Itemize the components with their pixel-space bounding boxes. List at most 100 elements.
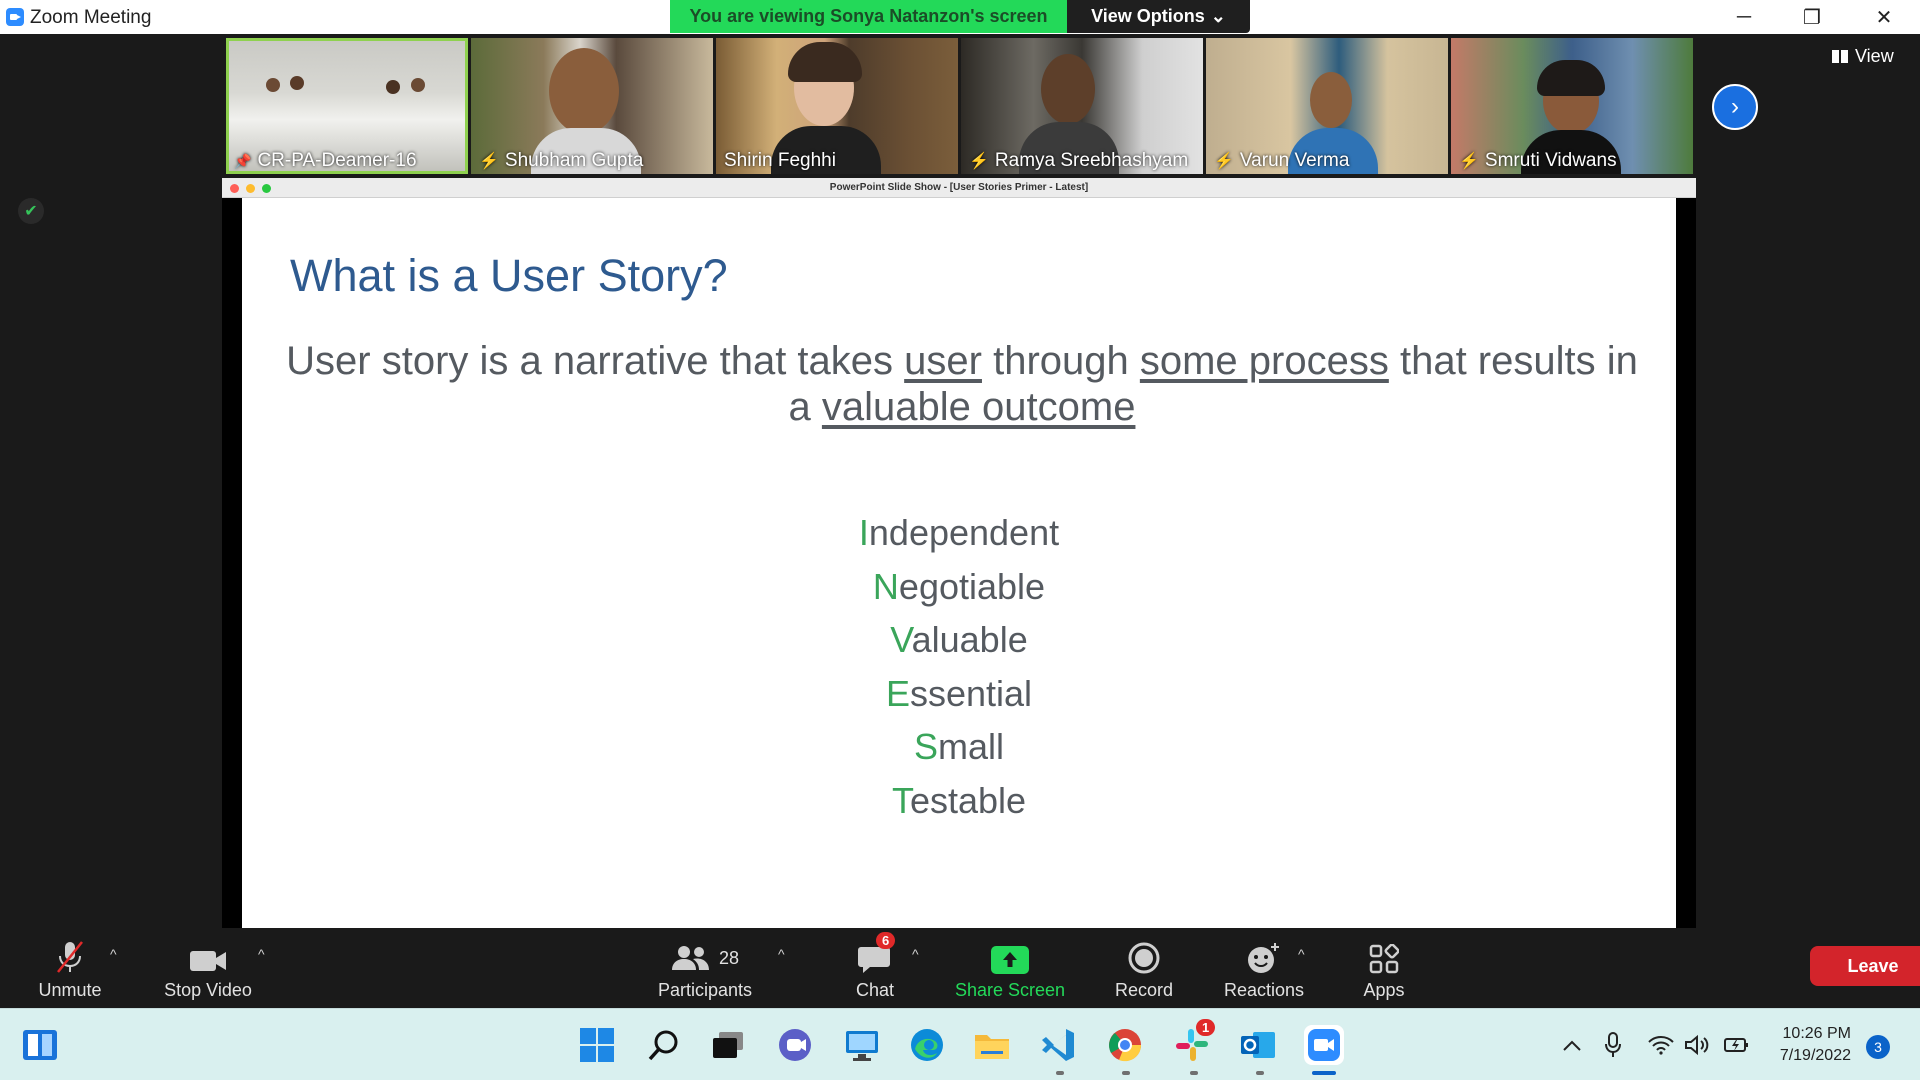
- zoom-window: Zoom Meeting You are viewing Sonya Natan…: [0, 0, 1920, 1080]
- video-tile[interactable]: ⚡ Varun Verma: [1206, 38, 1448, 174]
- participant-name-label: 📌 CR-PA-Deamer-16: [234, 150, 417, 172]
- body-text: through: [981, 339, 1140, 383]
- chevron-down-icon: ⌄: [1210, 6, 1226, 26]
- muted-mic-icon: ⚡: [969, 153, 989, 170]
- record-icon: [1128, 928, 1160, 974]
- powerpoint-window-bar: PowerPoint Slide Show - [User Stories Pr…: [222, 178, 1696, 198]
- body-underlined-text: valuable outcome: [821, 385, 1136, 429]
- view-options-button[interactable]: View Options ⌄: [1067, 0, 1250, 33]
- stop-video-button[interactable]: Stop Video: [158, 928, 258, 1008]
- list-item: Independent: [859, 506, 1059, 560]
- list-item: Negotiable: [873, 560, 1045, 614]
- acronym-word-rest: ndependent: [868, 512, 1060, 553]
- acronym-letter: I: [858, 512, 869, 553]
- clock-time: 10:26 PM: [1782, 1025, 1851, 1042]
- taskbar-clock[interactable]: 10:26 PM 7/19/2022: [1766, 1023, 1851, 1067]
- microphone-icon[interactable]: [1604, 1009, 1622, 1080]
- reactions-button[interactable]: Reactions: [1222, 928, 1306, 1008]
- battery-charging-icon[interactable]: [1722, 1009, 1750, 1080]
- volume-icon[interactable]: [1684, 1009, 1710, 1080]
- widgets-icon[interactable]: [20, 1025, 60, 1065]
- list-item: Small: [914, 720, 1004, 774]
- chrome-icon[interactable]: [1105, 1025, 1145, 1065]
- acronym-letter: T: [891, 779, 910, 821]
- app-running-indicator: [1056, 1071, 1064, 1075]
- video-tile[interactable]: Shirin Feghhi: [716, 38, 958, 174]
- view-button[interactable]: View: [1832, 46, 1894, 67]
- participants-options-caret[interactable]: ^: [778, 946, 785, 962]
- chat-button[interactable]: Chat 6: [840, 928, 910, 1008]
- task-view-icon[interactable]: [708, 1025, 748, 1065]
- remote-desktop-icon[interactable]: [842, 1025, 882, 1065]
- participant-name-label: ⚡ Smruti Vidwans: [1459, 150, 1617, 172]
- record-button[interactable]: Record: [1108, 928, 1180, 1008]
- participant-name-label: Shirin Feghhi: [724, 150, 836, 172]
- window-title: Zoom Meeting: [30, 7, 152, 28]
- encryption-shield-icon[interactable]: ✔: [18, 198, 44, 224]
- muted-mic-icon: ⚡: [479, 153, 499, 170]
- close-button[interactable]: ✕: [1850, 0, 1918, 34]
- restore-button[interactable]: ❐: [1778, 0, 1846, 34]
- acronym-letter: N: [872, 565, 899, 607]
- acronym-word-rest: estable: [909, 779, 1027, 821]
- body-underlined-text: user: [904, 339, 982, 383]
- app-running-indicator: [1256, 1071, 1264, 1075]
- slide-title: What is a User Story?: [290, 250, 728, 301]
- participant-name: CR-PA-Deamer-16: [257, 150, 417, 171]
- presentation-slide: What is a User Story? User story is a na…: [242, 198, 1676, 928]
- teams-chat-icon[interactable]: [775, 1025, 815, 1065]
- share-screen-label: Share Screen: [954, 980, 1066, 1000]
- apps-label: Apps: [1363, 980, 1405, 1000]
- zoom-app-icon[interactable]: [1304, 1025, 1344, 1065]
- wifi-icon[interactable]: [1648, 1009, 1674, 1080]
- acronym-letter: E: [885, 672, 910, 714]
- next-page-button[interactable]: ›: [1712, 84, 1758, 130]
- windows-start-icon[interactable]: [577, 1025, 617, 1065]
- video-tile[interactable]: ⚡ Shubham Gupta: [471, 38, 713, 174]
- search-icon[interactable]: [644, 1025, 684, 1065]
- share-screen-button[interactable]: Share Screen: [952, 928, 1068, 1008]
- title-bar: Zoom Meeting You are viewing Sonya Natan…: [0, 0, 1920, 34]
- audio-options-caret[interactable]: ^: [110, 946, 117, 962]
- participants-button[interactable]: 28 Participants: [650, 928, 760, 1008]
- video-tile[interactable]: 📌 CR-PA-Deamer-16: [226, 38, 468, 174]
- slack-icon[interactable]: 1: [1172, 1019, 1216, 1065]
- acronym-word-rest: ssential: [909, 672, 1033, 714]
- share-screen-icon: [991, 928, 1029, 974]
- notification-count-badge[interactable]: 3: [1866, 1035, 1890, 1059]
- apps-button[interactable]: Apps: [1356, 928, 1412, 1008]
- muted-mic-icon: ⚡: [1459, 153, 1479, 170]
- acronym-word-rest: aluable: [911, 619, 1028, 660]
- participant-name: Shirin Feghhi: [724, 150, 836, 171]
- windows-taskbar: 1 10:26 PM 7/19/2022 3: [0, 1008, 1920, 1080]
- video-options-caret[interactable]: ^: [258, 946, 265, 962]
- video-gallery-strip: 📌 CR-PA-Deamer-16 ⚡ Shubham Gupta Shirin…: [226, 38, 1693, 174]
- smiley-icon: [1246, 928, 1282, 974]
- minimize-button[interactable]: ─: [1710, 0, 1778, 34]
- video-tile[interactable]: ⚡ Smruti Vidwans: [1451, 38, 1693, 174]
- acronym-word-rest: mall: [938, 726, 1005, 767]
- unmute-button[interactable]: Unmute: [28, 928, 112, 1008]
- leave-button[interactable]: Leave: [1810, 946, 1920, 986]
- viewing-screen-banner: You are viewing Sonya Natanzon's screen: [670, 0, 1067, 33]
- edge-browser-icon[interactable]: [907, 1025, 947, 1065]
- participant-name-label: ⚡ Shubham Gupta: [479, 150, 643, 172]
- view-label: View: [1855, 46, 1894, 66]
- zoom-logo-icon: [6, 8, 24, 26]
- chat-options-caret[interactable]: ^: [912, 946, 919, 962]
- outlook-icon[interactable]: [1238, 1025, 1278, 1065]
- record-label: Record: [1114, 980, 1174, 1000]
- app-active-indicator: [1312, 1071, 1336, 1075]
- chat-unread-badge: 6: [876, 932, 896, 949]
- body-text: User story is a narrative that takes: [286, 339, 905, 383]
- participant-name-label: ⚡ Varun Verma: [1214, 150, 1349, 172]
- file-explorer-icon[interactable]: [972, 1025, 1012, 1065]
- video-tile[interactable]: ⚡ Ramya Sreebhashyam: [961, 38, 1203, 174]
- reactions-options-caret[interactable]: ^: [1298, 946, 1305, 962]
- vscode-icon[interactable]: [1038, 1025, 1078, 1065]
- acronym-letter: V: [890, 619, 912, 660]
- invest-acronym-list: Independent Negotiable Valuable Essentia…: [242, 506, 1676, 827]
- list-item: Essential: [886, 667, 1032, 721]
- participant-name: Shubham Gupta: [504, 150, 644, 171]
- show-hidden-icons-button[interactable]: [1562, 1009, 1582, 1080]
